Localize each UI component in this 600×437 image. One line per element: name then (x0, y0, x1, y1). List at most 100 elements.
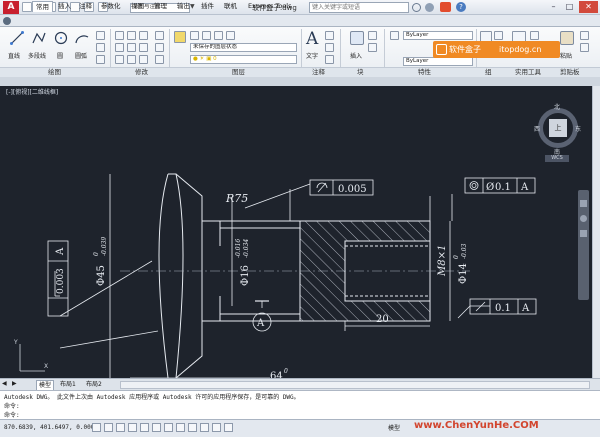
app-menu-dot[interactable] (3, 17, 11, 25)
tab-manage[interactable]: 管理 (151, 1, 170, 12)
vertical-scrollbar[interactable] (592, 86, 600, 378)
snap-toggle-icon[interactable] (92, 423, 101, 432)
ortho-toggle-icon[interactable] (116, 423, 125, 432)
tab-view[interactable]: 视图 (128, 1, 147, 12)
tab-parametric[interactable]: 参数化 (98, 1, 124, 12)
otrack-toggle-icon[interactable] (164, 423, 173, 432)
draw-extra-icon-1[interactable] (96, 31, 105, 40)
polyline-tool-label[interactable]: 多段线 (28, 51, 46, 60)
qp-toggle-icon[interactable] (224, 423, 233, 432)
array-icon[interactable] (139, 55, 148, 64)
offset-icon[interactable] (155, 55, 164, 64)
horizontal-scrollbar[interactable] (120, 381, 590, 389)
new-icon[interactable] (22, 2, 32, 12)
draw-extra-icon-3[interactable] (96, 55, 105, 64)
trim-icon[interactable] (139, 31, 148, 40)
zoom-icon[interactable] (580, 215, 587, 222)
lwt-toggle-icon[interactable] (200, 423, 209, 432)
viewcube-top-face[interactable]: 上 (549, 119, 567, 137)
tab-nav-first-icon[interactable]: ◀ (2, 380, 7, 387)
tab-online[interactable]: 联机 (221, 1, 240, 12)
copy-clip-icon[interactable] (580, 43, 589, 52)
insert-block-icon[interactable] (350, 31, 364, 45)
layer-state-select[interactable]: 未保存的图层状态 (190, 43, 297, 52)
search-icon[interactable] (412, 3, 421, 12)
pan-icon[interactable] (580, 200, 587, 207)
tab-annotate[interactable]: 注释 (76, 1, 95, 12)
tab-layout2[interactable]: 布局2 (84, 380, 104, 390)
grid-toggle-icon[interactable] (104, 423, 113, 432)
cursor-coordinates[interactable]: 870.6839, 401.6497, 0.0000 (4, 424, 98, 431)
match-properties-icon[interactable] (390, 31, 399, 40)
cut-icon[interactable] (580, 31, 589, 40)
ducs-toggle-icon[interactable] (176, 423, 185, 432)
panel-label-group[interactable]: 组 (485, 67, 492, 77)
arc-tool-icon[interactable] (75, 31, 89, 45)
paste-icon[interactable] (560, 31, 574, 45)
drawing-canvas[interactable]: R75 0.005 Ø 0.1 A 0.1 A A 0.003 Φ45 0 -0… (0, 86, 592, 378)
tpy-toggle-icon[interactable] (212, 423, 221, 432)
tab-nav-next-icon[interactable]: ▶ (12, 380, 17, 387)
tab-insert[interactable]: 插入 (55, 1, 74, 12)
layer-tool-2[interactable] (202, 31, 211, 40)
model-space-button[interactable]: 模型 (388, 423, 400, 432)
close-button[interactable]: ✕ (579, 1, 598, 13)
maximize-button[interactable]: □ (562, 1, 577, 13)
tab-plugins[interactable]: 插件 (198, 1, 217, 12)
table-icon[interactable] (325, 55, 334, 64)
viewcube[interactable]: 上 北 南 西 东 WCS (534, 102, 581, 162)
circle-tool-label[interactable]: 圆 (57, 51, 63, 60)
edit-block-icon[interactable] (368, 43, 377, 52)
paste-label[interactable]: 粘贴 (560, 51, 572, 60)
polyline-tool-icon[interactable] (32, 31, 46, 45)
panel-label-clipboard[interactable]: 剪贴板 (560, 67, 580, 77)
tab-express-tools[interactable]: Express Tools (245, 1, 294, 12)
compass-north[interactable]: 北 (554, 102, 560, 111)
line-tool-label[interactable]: 直线 (8, 51, 20, 60)
rotate-icon[interactable] (127, 31, 136, 40)
text-tool-icon[interactable]: A (306, 29, 318, 49)
leader-icon[interactable] (325, 43, 334, 52)
polar-toggle-icon[interactable] (128, 423, 137, 432)
command-window[interactable]: Autodesk DWG。 此文件上次由 Autodesk 应用程序或 Auto… (0, 390, 600, 419)
layer-tool-3[interactable] (214, 31, 223, 40)
panel-label-block[interactable]: 块 (357, 67, 364, 77)
panel-label-layer[interactable]: 图层 (232, 67, 245, 77)
compass-west[interactable]: 西 (534, 124, 540, 133)
scale-icon[interactable] (127, 55, 136, 64)
stretch-icon[interactable] (115, 55, 124, 64)
layer-tool-1[interactable] (190, 31, 199, 40)
erase-icon[interactable] (155, 31, 164, 40)
ungroup-icon[interactable] (494, 31, 503, 40)
dimension-icon[interactable] (325, 31, 334, 40)
dyn-toggle-icon[interactable] (188, 423, 197, 432)
panel-label-utilities[interactable]: 实用工具 (515, 67, 541, 77)
layer-tool-4[interactable] (226, 31, 235, 40)
text-tool-label[interactable]: 文字 (306, 51, 318, 60)
quick-calc-icon[interactable] (530, 31, 539, 40)
move-icon[interactable] (115, 31, 124, 40)
arc-tool-label[interactable]: 圆弧 (75, 51, 87, 60)
fillet-icon[interactable] (139, 43, 148, 52)
create-block-icon[interactable] (368, 31, 377, 40)
orbit-icon[interactable] (580, 230, 587, 237)
tab-layout1[interactable]: 布局1 (58, 380, 78, 390)
circle-tool-icon[interactable] (54, 31, 68, 45)
line-tool-icon[interactable] (10, 31, 24, 45)
panel-label-modify[interactable]: 修改 (135, 67, 148, 77)
insert-block-label[interactable]: 插入 (350, 51, 362, 60)
3dosnap-toggle-icon[interactable] (152, 423, 161, 432)
copy-icon[interactable] (115, 43, 124, 52)
panel-label-draw[interactable]: 绘图 (48, 67, 61, 77)
explode-icon[interactable] (155, 43, 164, 52)
minimize-button[interactable]: – (546, 1, 561, 13)
color-select[interactable]: ByLayer (403, 31, 473, 40)
layer-properties-icon[interactable] (174, 31, 186, 43)
osnap-toggle-icon[interactable] (140, 423, 149, 432)
help-icon[interactable]: ? (456, 2, 466, 12)
lineweight-select[interactable]: ByLayer (403, 57, 473, 66)
wcs-menu[interactable]: WCS (545, 155, 569, 162)
tab-home[interactable]: 常用 (32, 1, 53, 12)
draw-extra-icon-2[interactable] (96, 43, 105, 52)
signin-icon[interactable] (425, 3, 434, 12)
